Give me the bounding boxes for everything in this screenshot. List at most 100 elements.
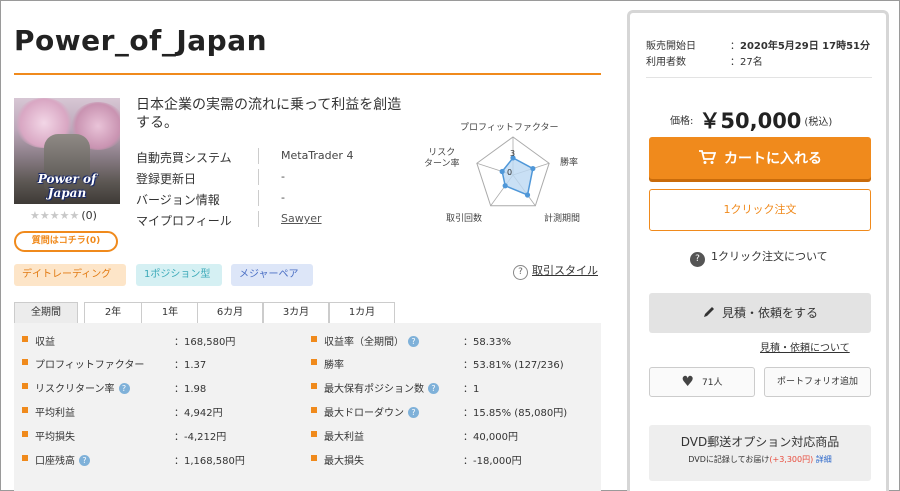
radar-point-winrate — [530, 165, 536, 172]
sale-start-row: 販売開始日 ： 2020年5月29日 17時51分 — [646, 37, 886, 53]
stat-label: 最大損失 — [324, 456, 364, 467]
favorite-button[interactable]: ♥ 71人 — [649, 367, 755, 397]
spec-divider — [258, 148, 259, 164]
bullet-icon — [311, 383, 317, 389]
colon: ： — [730, 57, 740, 68]
price-value: ￥50,000 — [699, 109, 802, 133]
bullet-icon — [311, 359, 317, 365]
ask-question-button[interactable]: 質問はコチラ(0) — [14, 231, 118, 252]
tab-all[interactable]: 全期間 — [14, 302, 78, 324]
stat-label: 最大保有ポジション数? — [324, 380, 439, 395]
bullet-icon — [22, 359, 28, 365]
radar-scale-label: 0 — [507, 168, 512, 177]
page-title: Power_of_Japan — [14, 24, 268, 57]
stat-value: ：40,000円 — [463, 432, 518, 443]
stat-value: ：1,168,580円 — [174, 456, 245, 467]
spec-value: MetaTrader 4 — [281, 149, 354, 162]
tag-one-position[interactable]: 1ポジション型 — [136, 264, 222, 286]
help-icon[interactable]: ? — [118, 383, 130, 394]
price-block: 価格: ￥50,000 (税込) — [670, 105, 870, 135]
bullet-icon — [22, 455, 28, 461]
review-count: (0) — [81, 209, 97, 222]
stat-label: 収益 — [35, 337, 55, 348]
spec-value: - — [281, 170, 285, 183]
stat-value: ：58.33% — [463, 337, 512, 348]
quote-label: 見積・依頼をする — [721, 306, 818, 320]
bullet-icon — [311, 455, 317, 461]
dvd-option-box: DVD郵送オプション対応商品 DVDに記録してお届け(+3,300円) 詳細 — [649, 425, 871, 481]
spec-row: バージョン情報 - — [136, 188, 436, 209]
bullet-icon — [22, 336, 28, 342]
tab-2y[interactable]: 2年 — [84, 302, 142, 324]
stat-value: ：168,580円 — [174, 337, 236, 348]
sidebar-divider — [646, 77, 872, 78]
sale-info: 販売開始日 ： 2020年5月29日 17時51分 利用者数 ： 27名 — [646, 37, 886, 69]
price-label: 価格: — [670, 116, 694, 127]
favorite-count: 71人 — [702, 378, 723, 388]
heart-icon: ♥ — [681, 374, 695, 390]
radar-point-trades — [502, 183, 508, 189]
bullet-icon — [22, 407, 28, 413]
cart-label: カートに入れる — [724, 151, 822, 167]
spec-row: 自動売買システム MetaTrader 4 — [136, 146, 436, 167]
stat-value: ：53.81% (127/236) — [463, 360, 564, 371]
stat-value: ：-18,000円 — [463, 456, 522, 467]
cart-icon — [698, 137, 717, 179]
rating-stars: ★★★★★ (0) — [30, 209, 97, 222]
purchase-sidebar: 販売開始日 ： 2020年5月29日 17時51分 利用者数 ： 27名 価格:… — [627, 10, 889, 491]
title-divider — [14, 73, 601, 75]
stat-value: ：-4,212円 — [174, 432, 227, 443]
help-icon[interactable]: ? — [408, 336, 419, 347]
add-to-cart-button[interactable]: カートに入れる — [649, 137, 871, 179]
tab-1m[interactable]: 1カ月 — [329, 302, 395, 324]
stats-panel: 収益 ：168,580円 プロフィットファクター ：1.37 リスクリターン率? ：1… — [14, 323, 601, 491]
add-portfolio-button[interactable]: ポートフォリオ追加 — [764, 367, 871, 397]
one-click-order-button[interactable]: 1クリック注文 — [649, 189, 871, 231]
radar-point-period — [524, 192, 531, 198]
spec-label: マイプロフィール — [136, 214, 232, 228]
pen-icon — [702, 293, 716, 333]
stat-label: 平均利益 — [35, 408, 75, 419]
spec-value: - — [281, 191, 285, 204]
tab-6m[interactable]: 6カ月 — [197, 302, 263, 324]
profile-link[interactable]: Sawyer — [281, 212, 322, 225]
one-click-help-link[interactable]: ? 1クリック注文について — [690, 248, 828, 267]
radar-scale-label: 3 — [510, 149, 515, 158]
radar-chart: プロフィットファクター 勝率 計測期間 取引回数 リスク ターン率 3 0 — [414, 120, 600, 230]
stat-value: ：15.85% (85,080円) — [463, 408, 568, 419]
tag-daytrading[interactable]: デイトレーディング — [14, 264, 126, 286]
spec-row: マイプロフィール Sawyer — [136, 209, 436, 230]
tab-1y[interactable]: 1年 — [141, 302, 199, 324]
spec-divider — [258, 190, 259, 206]
sale-start-label: 販売開始日 — [646, 41, 696, 52]
users-row: 利用者数 ： 27名 — [646, 53, 886, 69]
stat-label: 最大利益 — [324, 432, 364, 443]
stat-label: 最大ドローダウン? — [324, 404, 419, 419]
tab-3m[interactable]: 3カ月 — [263, 302, 329, 324]
question-icon: ? — [513, 265, 528, 280]
product-thumbnail[interactable]: Power of Japan — [14, 98, 120, 204]
help-icon[interactable]: ? — [79, 455, 90, 466]
stat-value: ：1.37 — [174, 360, 207, 371]
dvd-details-link[interactable]: 詳細 — [816, 455, 832, 464]
trade-style-link[interactable]: ? 取引スタイル — [513, 262, 598, 280]
bullet-icon — [311, 336, 317, 342]
radar-svg: 3 0 — [476, 136, 550, 207]
stat-value: ：4,942円 — [174, 408, 223, 419]
question-icon: ? — [690, 252, 705, 267]
quote-help-link[interactable]: 見積・依頼について — [760, 339, 850, 354]
request-quote-button[interactable]: 見積・依頼をする — [649, 293, 871, 333]
stat-label: リスクリターン率? — [35, 380, 130, 395]
stat-label: プロフィットファクター — [35, 360, 145, 371]
dvd-subtext: DVDに記録してお届け(+3,300円) 詳細 — [688, 455, 832, 464]
help-icon[interactable]: ? — [408, 407, 419, 418]
tag-major-pair[interactable]: メジャーペア — [231, 264, 313, 286]
one-click-help-label: 1クリック注文について — [711, 250, 828, 263]
trade-style-label: 取引スタイル — [532, 264, 598, 277]
bullet-icon — [22, 383, 28, 389]
dvd-price: (+3,300円) — [769, 455, 814, 464]
stat-value: ：1.98 — [174, 384, 207, 395]
bullet-icon — [311, 407, 317, 413]
help-icon[interactable]: ? — [428, 383, 439, 394]
spec-divider — [258, 211, 259, 227]
